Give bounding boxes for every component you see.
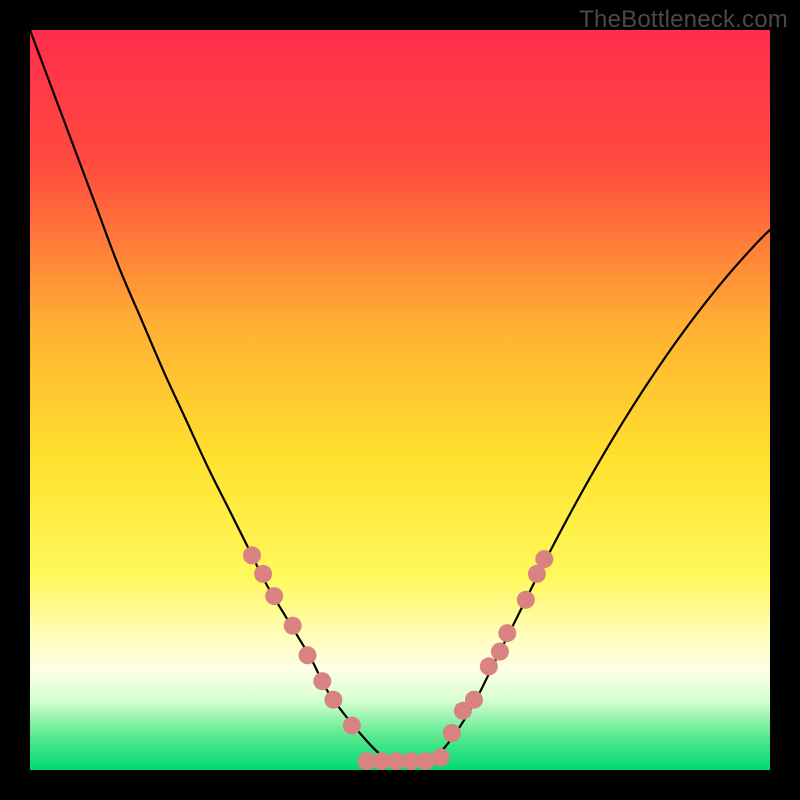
gradient-background [30, 30, 770, 770]
curve-marker [465, 691, 483, 709]
curve-marker [443, 724, 461, 742]
curve-marker [265, 587, 283, 605]
plot-area [30, 30, 770, 770]
chart-frame: TheBottleneck.com [0, 0, 800, 800]
curve-marker [491, 643, 509, 661]
curve-marker [517, 591, 535, 609]
curve-marker [243, 546, 261, 564]
bottleneck-chart [30, 30, 770, 770]
curve-marker [535, 550, 553, 568]
curve-marker [299, 646, 317, 664]
curve-marker [254, 565, 272, 583]
curve-marker [432, 748, 450, 766]
curve-marker [313, 672, 331, 690]
curve-marker [480, 657, 498, 675]
curve-marker [343, 717, 361, 735]
curve-marker [284, 617, 302, 635]
curve-marker [498, 624, 516, 642]
curve-marker [324, 691, 342, 709]
